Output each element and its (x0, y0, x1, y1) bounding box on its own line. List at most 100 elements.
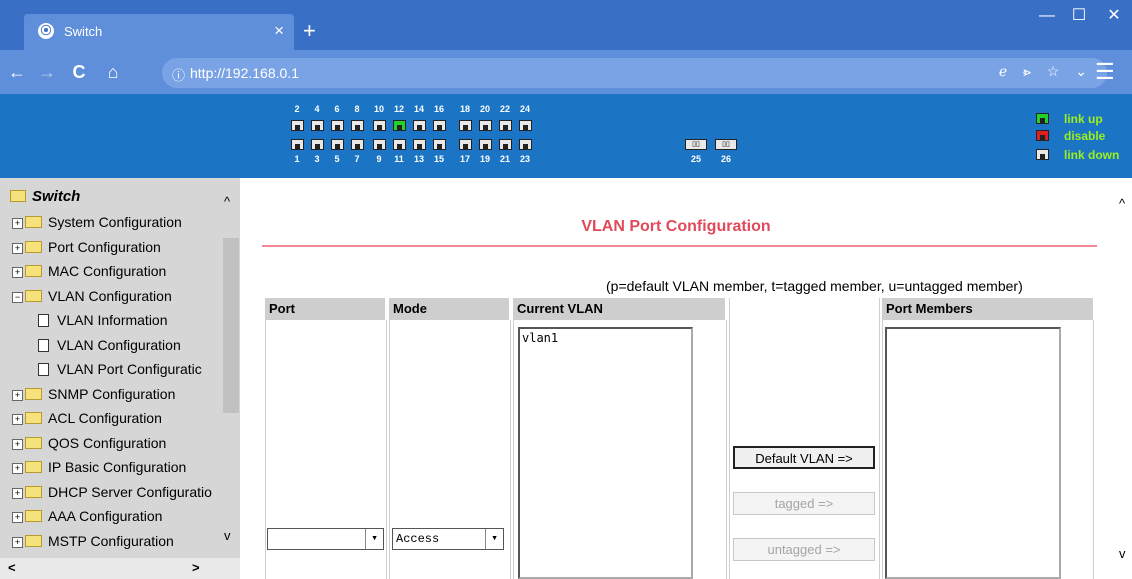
url-field[interactable]: ⓘ http://192.168.0.1 ℯ ⩺ ☆ ⌄ (162, 58, 1107, 88)
main-scroll-up-arrow[interactable]: ^ (1119, 196, 1125, 211)
link-down-legend-icon (1036, 149, 1049, 160)
forward-button[interactable]: → (34, 58, 60, 86)
new-tab-button[interactable]: + (303, 20, 316, 42)
port-7-icon[interactable] (351, 139, 364, 150)
port-number-label: 1 (294, 154, 300, 164)
expand-icon[interactable]: + (12, 389, 23, 401)
mode-select[interactable]: Access ▾ (392, 528, 504, 550)
port-20-icon[interactable] (479, 120, 492, 131)
sidebar-item[interactable]: VLAN Port Configuratic (38, 359, 202, 379)
sidebar-scroll-right-arrow[interactable]: > (192, 560, 200, 575)
expand-icon[interactable]: + (12, 463, 23, 474)
sidebar-item-label: MAC Configuration (48, 263, 167, 279)
main-scroll-down-arrow[interactable]: v (1119, 546, 1126, 561)
collapse-icon[interactable]: − (12, 291, 23, 303)
port-6-icon[interactable] (331, 120, 344, 131)
expand-icon[interactable]: + (12, 218, 23, 229)
address-bar-icons[interactable]: ℯ ⩺ ☆ ⌄ (999, 63, 1093, 80)
port-19-icon[interactable] (479, 139, 492, 150)
port-14-icon[interactable] (413, 120, 426, 131)
sfp-port-26-icon[interactable]: ▯▯ (715, 139, 737, 150)
sfp-port-25-icon[interactable]: ▯▯ (685, 139, 707, 150)
port-24-icon[interactable] (519, 120, 532, 131)
sidebar-item[interactable]: + IP Basic Configuration (12, 457, 186, 477)
sidebar-item[interactable]: + DHCP Server Configuratio (12, 482, 212, 502)
sidebar-item[interactable]: + AAA Configuration (12, 506, 162, 526)
port-column-header: Port (265, 298, 385, 320)
sidebar-item-label: System Configuration (48, 214, 182, 230)
maximize-button[interactable]: ☐ (1064, 6, 1094, 26)
port-10-icon[interactable] (373, 120, 386, 131)
port-13-icon[interactable] (413, 139, 426, 150)
back-button[interactable]: ← (4, 58, 30, 86)
sidebar-item[interactable]: + System Configuration (12, 212, 182, 232)
reload-button[interactable]: C (66, 58, 92, 86)
sidebar-scroll-down-arrow[interactable]: v (224, 528, 231, 543)
expand-icon[interactable]: + (12, 242, 23, 254)
port-22-icon[interactable] (499, 120, 512, 131)
sidebar-item[interactable]: + Port Configuration (12, 237, 161, 257)
port-17-icon[interactable] (459, 139, 472, 150)
port-number-label: 26 (720, 154, 731, 164)
chevron-down-icon[interactable]: ▾ (365, 529, 383, 549)
port-16-icon[interactable] (433, 120, 446, 131)
sidebar-scroll-thumb[interactable] (223, 238, 239, 413)
expand-icon[interactable]: + (12, 512, 23, 523)
port-2-icon[interactable] (291, 120, 304, 131)
sidebar-item[interactable]: + QOS Configuration (12, 433, 166, 453)
folder-icon (25, 436, 42, 449)
port-8-icon[interactable] (351, 120, 364, 131)
vlan-list-item[interactable]: vlan1 (522, 331, 689, 345)
tab-close-icon[interactable]: × (274, 21, 284, 41)
port-4-icon[interactable] (311, 120, 324, 131)
port-9-icon[interactable] (373, 139, 386, 150)
port-15-icon[interactable] (433, 139, 446, 150)
expand-icon[interactable]: + (12, 414, 23, 425)
folder-icon (25, 485, 42, 498)
sidebar-item[interactable]: VLAN Information (38, 310, 168, 330)
chevron-down-icon[interactable]: ▾ (485, 529, 503, 549)
sidebar-scroll-left-arrow[interactable]: < (8, 560, 16, 575)
port-number-label: 12 (393, 104, 404, 114)
port-12-icon[interactable] (393, 120, 406, 131)
port-23-icon[interactable] (519, 139, 532, 150)
sidebar-horizontal-scrollbar[interactable]: < > (0, 558, 240, 579)
sidebar-item[interactable]: − VLAN Configuration (12, 286, 172, 306)
sidebar-item[interactable]: VLAN Configuration (38, 335, 181, 355)
browser-tab[interactable]: ⦿ Switch × (24, 14, 294, 50)
expand-icon[interactable]: + (12, 438, 23, 450)
port-11-icon[interactable] (393, 139, 406, 150)
tree-root-label: Switch (32, 188, 81, 205)
minimize-button[interactable]: — (1032, 6, 1062, 26)
port-members-list[interactable] (885, 327, 1061, 579)
info-icon[interactable]: ⓘ (172, 65, 185, 84)
expand-icon[interactable]: + (12, 536, 23, 548)
port-1-icon[interactable] (291, 139, 304, 150)
sidebar-tree: Switch + System Configuration + Port Config… (0, 178, 240, 579)
port-5-icon[interactable] (331, 139, 344, 150)
port-3-icon[interactable] (311, 139, 324, 150)
main-vertical-scrollbar[interactable]: ^ v (1117, 178, 1132, 579)
link-down-legend-label: link down (1064, 148, 1120, 162)
tagged-button[interactable]: tagged => (733, 492, 875, 515)
port-18-icon[interactable] (459, 120, 472, 131)
current-vlan-list[interactable]: vlan1 (518, 327, 693, 579)
browser-menu-icon[interactable]: ☰ (1095, 60, 1115, 84)
sidebar-item[interactable]: + SNMP Configuration (12, 384, 175, 404)
sidebar-item-label: VLAN Information (57, 312, 168, 328)
expand-icon[interactable]: + (12, 267, 23, 278)
folder-icon (25, 412, 42, 424)
sidebar-item[interactable]: + MAC Configuration (12, 261, 166, 281)
sidebar-scroll-up-arrow[interactable]: ^ (224, 194, 230, 209)
home-button[interactable]: ⌂ (100, 58, 126, 86)
expand-icon[interactable]: + (12, 487, 23, 499)
port-number-label: 22 (499, 104, 510, 114)
sidebar-item[interactable]: + MSTP Configuration (12, 531, 174, 551)
default-vlan-button[interactable]: Default VLAN => (733, 446, 875, 469)
close-window-button[interactable]: ✕ (1099, 6, 1129, 26)
tree-root[interactable]: Switch (10, 188, 80, 205)
port-21-icon[interactable] (499, 139, 512, 150)
sidebar-item[interactable]: + ACL Configuration (12, 408, 162, 428)
port-select[interactable]: ▾ (267, 528, 384, 550)
untagged-button[interactable]: untagged => (733, 538, 875, 561)
